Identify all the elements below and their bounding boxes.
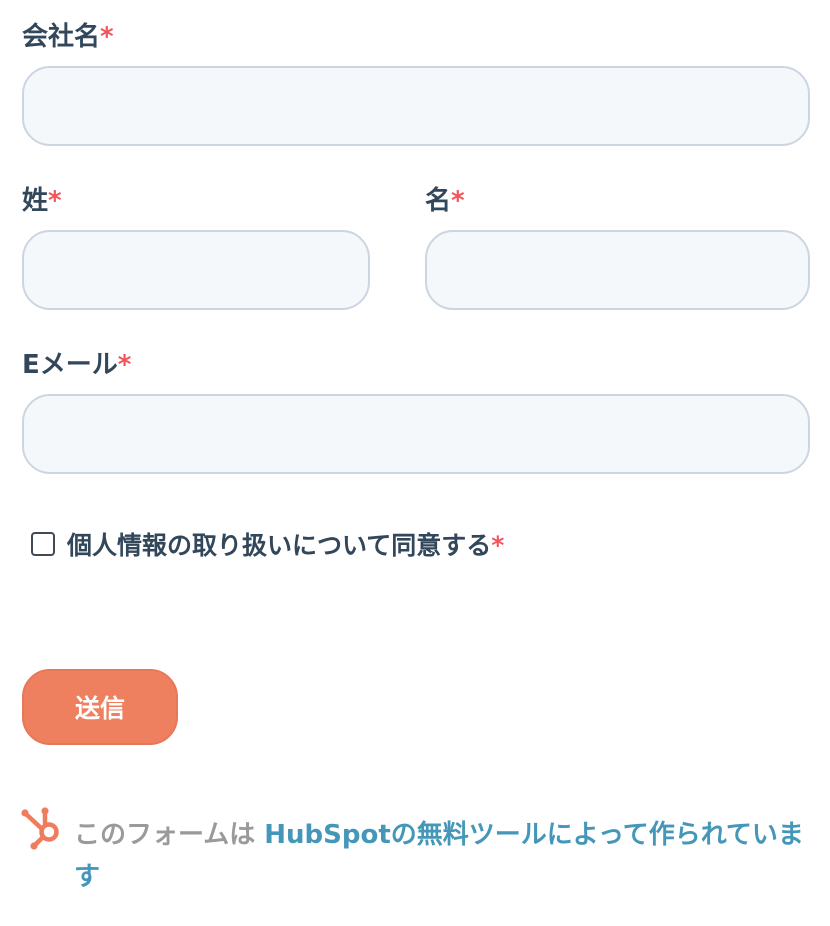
consent-required-mark: * <box>491 531 505 560</box>
email-label: Eメール* <box>22 352 131 378</box>
consent-label-text: 個人情報の取り扱いについて同意する <box>67 531 492 560</box>
company-input[interactable] <box>22 66 810 146</box>
email-required-mark: * <box>117 350 132 380</box>
first-name-input[interactable] <box>425 230 810 310</box>
submit-button[interactable]: 送信 <box>22 669 178 745</box>
first-name-label: 名* <box>425 188 465 214</box>
consent-row[interactable]: 個人情報の取り扱いについて同意する* <box>31 526 504 562</box>
consent-label[interactable]: 個人情報の取り扱いについて同意する* <box>67 526 504 562</box>
company-label: 会社名* <box>22 24 114 50</box>
company-required-mark: * <box>100 22 114 52</box>
last-name-label: 姓* <box>22 188 62 214</box>
first-name-label-text: 名 <box>425 186 452 216</box>
last-name-label-text: 姓 <box>22 186 49 216</box>
first-name-required-mark: * <box>451 186 465 216</box>
email-input[interactable] <box>22 394 810 474</box>
consent-checkbox[interactable] <box>31 532 55 556</box>
company-label-text: 会社名 <box>22 22 101 52</box>
hubspot-sprocket-icon <box>21 807 59 850</box>
email-label-text: Eメール <box>22 350 118 380</box>
footer-text: このフォームは HubSpotの無料ツールによって作られています <box>74 814 814 898</box>
footer-static-text: このフォームは <box>74 820 265 850</box>
last-name-input[interactable] <box>22 230 370 310</box>
last-name-required-mark: * <box>48 186 62 216</box>
